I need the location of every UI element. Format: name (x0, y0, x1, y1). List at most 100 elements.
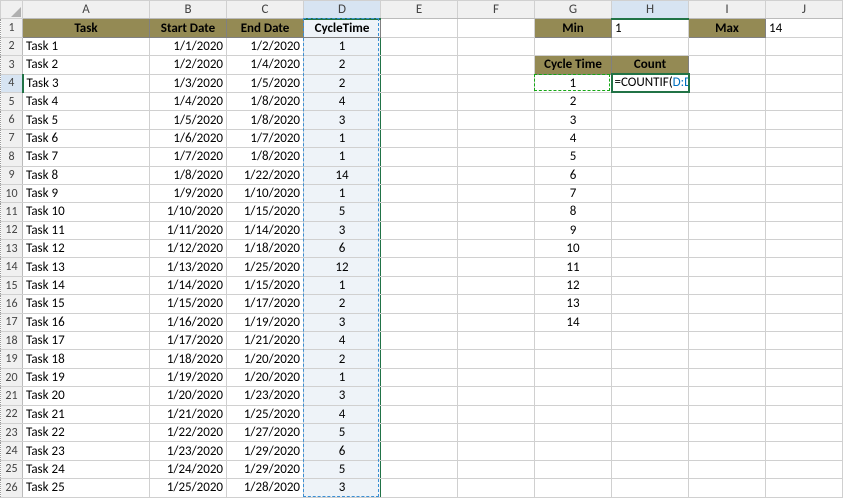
cell-B19[interactable]: 1/18/2020 (150, 350, 227, 368)
cell-B12[interactable]: 1/11/2020 (150, 221, 227, 239)
cell-D3[interactable]: 2 (304, 56, 381, 74)
cell-F23[interactable] (458, 423, 535, 441)
cell-J25[interactable] (766, 460, 843, 478)
cell-I23[interactable] (689, 423, 766, 441)
cell-J10[interactable] (766, 184, 843, 202)
cell-D18[interactable]: 4 (304, 332, 381, 350)
cell-C1[interactable]: End Date (227, 19, 304, 37)
col-header-D[interactable]: D (304, 1, 381, 19)
cell-E18[interactable] (381, 332, 458, 350)
cell-E7[interactable] (381, 129, 458, 147)
cell-F13[interactable] (458, 240, 535, 258)
row-header-13[interactable]: 13 (1, 240, 23, 258)
cell-F9[interactable] (458, 166, 535, 184)
cell-G23[interactable] (535, 423, 612, 441)
cell-F21[interactable] (458, 387, 535, 405)
cell-G3[interactable]: Cycle Time (535, 56, 612, 74)
col-header-H[interactable]: H (612, 1, 689, 19)
cell-E5[interactable] (381, 92, 458, 110)
cell-G21[interactable] (535, 387, 612, 405)
cell-A24[interactable]: Task 23 (23, 442, 150, 460)
cell-H13[interactable] (612, 240, 689, 258)
cell-D8[interactable]: 1 (304, 148, 381, 166)
cell-C23[interactable]: 1/27/2020 (227, 423, 304, 441)
cell-I9[interactable] (689, 166, 766, 184)
cell-D25[interactable]: 5 (304, 460, 381, 478)
cell-I25[interactable] (689, 460, 766, 478)
cell-J18[interactable] (766, 332, 843, 350)
cell-A9[interactable]: Task 8 (23, 166, 150, 184)
cell-D19[interactable]: 2 (304, 350, 381, 368)
cell-B1[interactable]: Start Date (150, 19, 227, 37)
cell-C5[interactable]: 1/8/2020 (227, 92, 304, 110)
cell-F12[interactable] (458, 221, 535, 239)
cell-B11[interactable]: 1/10/2020 (150, 203, 227, 221)
cell-D12[interactable]: 3 (304, 221, 381, 239)
cell-I8[interactable] (689, 148, 766, 166)
cell-A7[interactable]: Task 6 (23, 129, 150, 147)
cell-I15[interactable] (689, 276, 766, 294)
cell-A3[interactable]: Task 2 (23, 56, 150, 74)
cell-D24[interactable]: 6 (304, 442, 381, 460)
cell-J15[interactable] (766, 276, 843, 294)
cell-F14[interactable] (458, 258, 535, 276)
cell-I16[interactable] (689, 295, 766, 313)
row-header-16[interactable]: 16 (1, 295, 23, 313)
cell-F17[interactable] (458, 313, 535, 331)
cell-H14[interactable] (612, 258, 689, 276)
cell-B24[interactable]: 1/23/2020 (150, 442, 227, 460)
cell-H23[interactable] (612, 423, 689, 441)
cell-B25[interactable]: 1/24/2020 (150, 460, 227, 478)
cell-I7[interactable] (689, 129, 766, 147)
cell-G19[interactable] (535, 350, 612, 368)
cell-B26[interactable]: 1/25/2020 (150, 479, 227, 497)
cell-H5[interactable] (612, 92, 689, 110)
cell-H17[interactable] (612, 313, 689, 331)
cell-F3[interactable] (458, 56, 535, 74)
row-header-4[interactable]: 4 (1, 74, 23, 92)
cell-C2[interactable]: 1/2/2020 (227, 37, 304, 55)
cell-F11[interactable] (458, 203, 535, 221)
cell-C25[interactable]: 1/29/2020 (227, 460, 304, 478)
cell-I20[interactable] (689, 368, 766, 386)
cell-C10[interactable]: 1/10/2020 (227, 184, 304, 202)
cell-D11[interactable]: 5 (304, 203, 381, 221)
cell-H9[interactable] (612, 166, 689, 184)
cell-B17[interactable]: 1/16/2020 (150, 313, 227, 331)
cell-D23[interactable]: 5 (304, 423, 381, 441)
row-header-5[interactable]: 5 (1, 92, 23, 110)
cell-E22[interactable] (381, 405, 458, 423)
cell-B16[interactable]: 1/15/2020 (150, 295, 227, 313)
cell-G12[interactable]: 9 (535, 221, 612, 239)
cell-C9[interactable]: 1/22/2020 (227, 166, 304, 184)
cell-A21[interactable]: Task 20 (23, 387, 150, 405)
row-header-26[interactable]: 26 (1, 479, 23, 497)
cell-C11[interactable]: 1/15/2020 (227, 203, 304, 221)
cell-F2[interactable] (458, 37, 535, 55)
cell-H6[interactable] (612, 111, 689, 129)
cell-E10[interactable] (381, 184, 458, 202)
cell-B7[interactable]: 1/6/2020 (150, 129, 227, 147)
cell-A16[interactable]: Task 15 (23, 295, 150, 313)
cell-D6[interactable]: 3 (304, 111, 381, 129)
col-header-A[interactable]: A (23, 1, 150, 19)
cell-A1[interactable]: Task (23, 19, 150, 37)
cell-H3[interactable]: Count (612, 56, 689, 74)
cell-E24[interactable] (381, 442, 458, 460)
row-header-11[interactable]: 11 (1, 203, 23, 221)
cell-H2[interactable] (612, 37, 689, 55)
cell-B15[interactable]: 1/14/2020 (150, 276, 227, 294)
cell-H8[interactable] (612, 148, 689, 166)
cell-I5[interactable] (689, 92, 766, 110)
cell-H21[interactable] (612, 387, 689, 405)
cell-J13[interactable] (766, 240, 843, 258)
cell-D14[interactable]: 12 (304, 258, 381, 276)
cell-G14[interactable]: 11 (535, 258, 612, 276)
cell-E25[interactable] (381, 460, 458, 478)
cell-A17[interactable]: Task 16 (23, 313, 150, 331)
cell-E1[interactable] (381, 19, 458, 37)
cell-E13[interactable] (381, 240, 458, 258)
cell-D7[interactable]: 1 (304, 129, 381, 147)
cell-G10[interactable]: 7 (535, 184, 612, 202)
cell-G2[interactable] (535, 37, 612, 55)
